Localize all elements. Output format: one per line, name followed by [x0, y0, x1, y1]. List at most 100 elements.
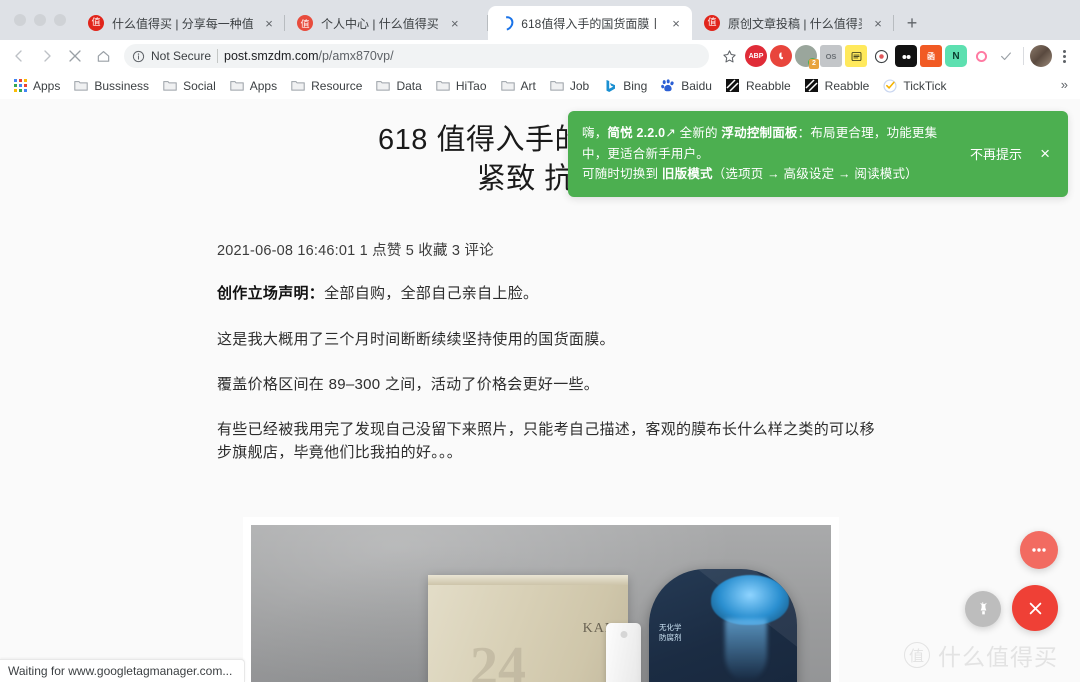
folder-icon [375, 78, 391, 94]
bookmark-label: TickTick [903, 78, 947, 93]
adguard-icon[interactable] [770, 45, 792, 67]
ellipsis-icon [1032, 548, 1046, 552]
notif-version: 简悦 2.2.0 [607, 126, 666, 140]
pocket-casts-icon[interactable] [895, 45, 917, 67]
bookmark-label: HiTao [455, 78, 487, 93]
ticktick-icon [882, 78, 898, 94]
page-viewport: 618 值得入手的国货面膜 紧致 抗老 2021-06-08 16:46:01 … [0, 99, 1080, 682]
dont-show-again-button[interactable]: 不再提示 [956, 144, 1036, 163]
bookmark-label: Data [396, 78, 422, 93]
notif-mid: 全新的 [675, 126, 722, 140]
product-photo: 24 KAN ゴールドジェラール 无化学防腐剂 Oceandeep Jellyf… [251, 524, 831, 682]
stop-loading-button[interactable] [62, 43, 88, 69]
tampermonkey-icon[interactable]: 2 [795, 45, 819, 69]
omnibox-divider [217, 49, 219, 63]
bookmark-folder-bussiness[interactable]: Bussiness [67, 75, 155, 97]
adblock-plus-icon[interactable]: ABP [745, 45, 767, 67]
white-device [606, 622, 641, 682]
profile-avatar[interactable] [1030, 45, 1052, 67]
browser-tab-2[interactable]: 个人中心 | 什么值得买 × [285, 6, 488, 40]
apps-grid-icon [12, 78, 28, 94]
bookmark-reabble-1[interactable]: Reabble [719, 75, 797, 97]
ext-label: OS [825, 51, 837, 61]
checkmark-icon[interactable] [995, 45, 1017, 67]
external-link-arrow-icon[interactable]: ↗ [665, 126, 676, 140]
notion-icon[interactable]: N [945, 45, 967, 67]
forward-button[interactable] [34, 43, 60, 69]
tab-strip: 什么值得买 | 分享每一种值 × 个人中心 | 什么值得买 × 618值得入手的… [0, 0, 1080, 40]
new-tab-button[interactable]: + [898, 9, 926, 37]
bookmark-label: Bing [623, 78, 648, 93]
back-button[interactable] [6, 43, 32, 69]
os-extension-icon[interactable]: OS [820, 45, 842, 67]
browser-tab-1[interactable]: 什么值得买 | 分享每一种值 × [76, 6, 285, 40]
tab-close-icon[interactable]: × [870, 15, 886, 31]
close-icon[interactable]: × [1036, 145, 1054, 162]
more-actions-button[interactable] [1020, 531, 1058, 569]
bookmark-folder-hitao[interactable]: HiTao [429, 75, 493, 97]
notif-line-2: 中，更适合新手用户。 [582, 146, 710, 161]
tab-close-icon[interactable]: × [261, 15, 277, 31]
bookmark-folder-data[interactable]: Data [369, 75, 427, 97]
highlighter-icon [979, 601, 987, 614]
browser-tab-4[interactable]: 原创文章投稿 | 什么值得买 × [692, 6, 894, 40]
browser-tab-3-active[interactable]: 618值得入手的国货面膜丨清洁 × [488, 6, 692, 40]
bookmark-label: Art [520, 78, 536, 93]
url-path: /p/amx870vp/ [318, 49, 394, 63]
article-paragraph-3: 有些已经被我用完了发现自己没留下来照片，只能考自己描述，客观的膜布长什么样之类的… [217, 421, 875, 462]
bookmark-apps-grid[interactable]: Apps [6, 75, 66, 97]
bookmark-reabble-2[interactable]: Reabble [798, 75, 876, 97]
bookmarks-bar: Apps Bussiness Social Apps Resource Data… [0, 72, 1080, 100]
ext-label: ABP [748, 52, 764, 60]
article-paragraph-1: 这是我大概用了三个月时间断断续续坚持使用的国货面膜。 [217, 330, 615, 348]
minimize-window-button[interactable] [34, 14, 46, 26]
chrome-menu-button[interactable] [1054, 43, 1074, 69]
close-reader-button[interactable] [1012, 585, 1058, 631]
tab-close-icon[interactable]: × [447, 15, 463, 31]
tab-title: 什么值得买 | 分享每一种值 [112, 16, 253, 31]
bookmark-folder-apps[interactable]: Apps [223, 75, 283, 97]
tab-close-icon[interactable]: × [668, 15, 684, 31]
folder-icon [162, 78, 178, 94]
ext-orange-icon[interactable]: 函 [920, 45, 942, 67]
bookmark-ticktick[interactable]: TickTick [876, 75, 952, 97]
bookmark-label: Bussiness [94, 78, 150, 93]
bookmark-label: Reabble [745, 78, 791, 93]
bookmark-folder-job[interactable]: Job [543, 75, 595, 97]
statement-label: 创作立场声明： [217, 285, 325, 303]
folder-icon [435, 78, 451, 94]
ext-pink-icon[interactable] [970, 45, 992, 67]
jellyfish-tentacles [725, 618, 767, 679]
smzdm-favicon [88, 15, 104, 31]
notif-line3-rest: （选项页 → 高级设定 → 阅读模式） [712, 167, 918, 182]
close-icon [1029, 602, 1041, 614]
bookmark-folder-resource[interactable]: Resource [284, 75, 368, 97]
close-window-button[interactable] [14, 14, 26, 26]
article-image-container[interactable]: 24 KAN ゴールドジェラール 无化学防腐剂 Oceandeep Jellyf… [243, 516, 839, 682]
tab-title: 618值得入手的国货面膜丨清洁 [521, 16, 660, 31]
bookmark-folder-art[interactable]: Art [494, 75, 542, 97]
folder-icon [549, 78, 565, 94]
home-button[interactable] [90, 43, 116, 69]
bookmark-baidu[interactable]: Baidu [654, 75, 718, 97]
simpread-icon[interactable] [845, 45, 867, 67]
info-circle-icon[interactable] [132, 50, 145, 63]
security-status-text: Not Secure [151, 49, 212, 63]
folder-icon [73, 78, 89, 94]
highlighter-button[interactable] [965, 591, 1001, 627]
article-paragraph-2: 覆盖价格区间在 89–300 之间，活动了价格会更好一些。 [217, 375, 600, 393]
notif-line-1: 嗨，简悦 2.2.0↗ 全新的 浮动控制面板：布局更合理，功能更集 [582, 126, 937, 140]
sachet-watermark: 24 [470, 635, 526, 682]
recorder-icon[interactable] [870, 45, 892, 67]
maximize-window-button[interactable] [54, 14, 66, 26]
bookmarks-overflow-button[interactable]: » [1057, 77, 1072, 92]
folder-icon [290, 78, 306, 94]
address-bar[interactable]: Not Secure post.smzdm.com/p/amx870vp/ [124, 44, 709, 68]
bookmark-bing[interactable]: Bing [596, 75, 653, 97]
folder-icon [229, 78, 245, 94]
bookmark-folder-social[interactable]: Social [156, 75, 222, 97]
baidu-icon [660, 78, 676, 94]
bookmark-star-icon[interactable] [717, 44, 741, 68]
ext-label: N [952, 50, 960, 62]
reabble-icon [725, 78, 741, 94]
